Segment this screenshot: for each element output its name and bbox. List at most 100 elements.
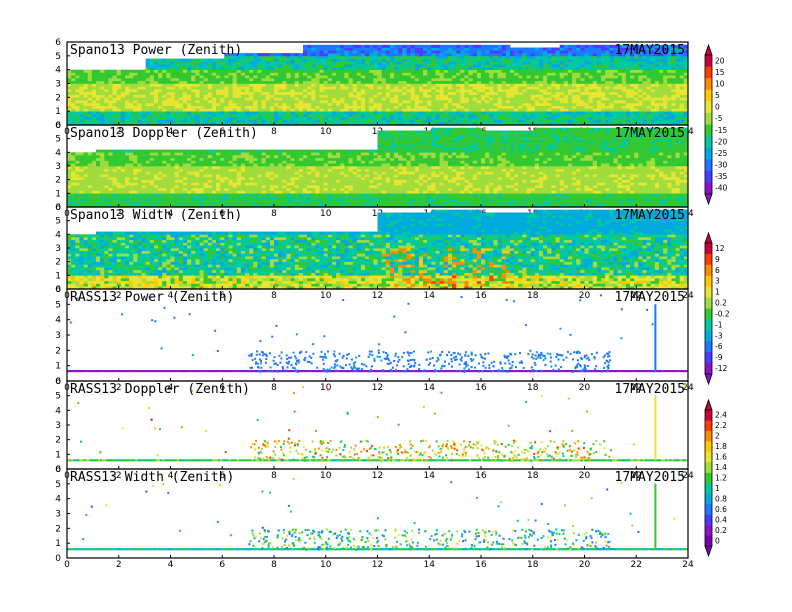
data-cell (232, 201, 238, 205)
data-cell (447, 89, 453, 93)
data-cell (559, 94, 565, 98)
data-cell (609, 94, 614, 98)
data-cell (510, 105, 515, 109)
data-cell (141, 168, 146, 172)
data-cell (539, 58, 544, 62)
data-cell (605, 119, 610, 123)
data-cell (137, 100, 142, 104)
data-cell (141, 160, 146, 164)
data-cell (539, 47, 544, 51)
data-cell (137, 91, 142, 95)
data-cell (311, 83, 316, 87)
data-cell (452, 75, 457, 79)
data-cell (249, 105, 254, 109)
data-cell (203, 78, 209, 82)
data-cell (625, 86, 631, 90)
data-cell (170, 108, 175, 112)
data-cell (584, 83, 589, 87)
data-cell (522, 94, 527, 98)
data-cell (290, 102, 296, 106)
data-cell (588, 80, 594, 84)
data-cell (178, 89, 184, 93)
data-cell (572, 75, 577, 79)
data-cell (522, 64, 527, 68)
data-cell (489, 58, 494, 62)
data-cell (526, 78, 531, 82)
data-cell (418, 89, 424, 93)
data-cell (236, 149, 242, 153)
data-cell (249, 152, 254, 156)
data-cell (369, 47, 374, 51)
data-cell (96, 119, 101, 123)
data-cell (170, 157, 175, 161)
data-cell (216, 86, 221, 90)
data-cell (220, 163, 225, 167)
data-cell (203, 196, 209, 200)
data-cell (323, 61, 329, 65)
data-cell (195, 100, 200, 104)
data-cell (104, 152, 109, 156)
data-cell (601, 116, 606, 120)
data-cell (311, 75, 316, 79)
data-cell (145, 64, 151, 68)
data-cell (596, 102, 602, 106)
data-cell (133, 193, 138, 197)
data-cell (253, 53, 258, 57)
data-cell (166, 64, 171, 68)
data-cell (559, 55, 565, 59)
data-cell (476, 111, 482, 115)
data-cell (149, 105, 155, 109)
data-cell (551, 116, 556, 120)
data-cell (195, 166, 200, 169)
data-cell (452, 58, 457, 62)
data-cell (630, 97, 635, 101)
data-cell (224, 86, 229, 90)
data-cell (638, 119, 643, 123)
data-cell (410, 111, 416, 115)
data-cell (224, 149, 229, 153)
data-cell (282, 69, 287, 73)
data-cell (398, 89, 403, 93)
data-cell (559, 47, 565, 51)
data-cell (476, 78, 482, 82)
data-cell (601, 80, 606, 84)
data-cell (601, 119, 606, 123)
data-cell (638, 116, 643, 120)
data-cell (278, 116, 283, 120)
data-cell (592, 72, 598, 76)
data-cell (340, 102, 345, 106)
data-cell (216, 119, 221, 123)
data-cell (551, 108, 556, 112)
data-cell (236, 193, 242, 197)
data-cell (522, 119, 527, 123)
data-cell (348, 78, 353, 82)
data-cell (249, 66, 254, 70)
data-cell (609, 105, 614, 109)
data-cell (87, 116, 93, 120)
data-cell (584, 108, 589, 112)
data-cell (385, 53, 391, 57)
data-cell (365, 86, 370, 90)
data-cell (468, 97, 474, 101)
data-cell (385, 113, 391, 117)
data-cell (547, 97, 552, 101)
data-cell (580, 75, 585, 79)
data-cell (323, 108, 329, 112)
data-cell (522, 61, 527, 65)
data-cell (663, 75, 668, 79)
data-cell (642, 66, 647, 70)
data-cell (178, 166, 184, 169)
data-cell (253, 55, 258, 59)
data-cell (162, 61, 167, 65)
data-cell (476, 58, 482, 62)
data-cell (298, 111, 304, 115)
data-cell (182, 201, 188, 205)
data-cell (518, 78, 523, 82)
data-cell (650, 89, 656, 93)
data-cell (505, 100, 511, 104)
data-cell (551, 58, 556, 62)
data-cell (605, 72, 610, 76)
data-cell (398, 116, 403, 120)
data-cell (203, 69, 209, 73)
data-cell (650, 116, 656, 120)
